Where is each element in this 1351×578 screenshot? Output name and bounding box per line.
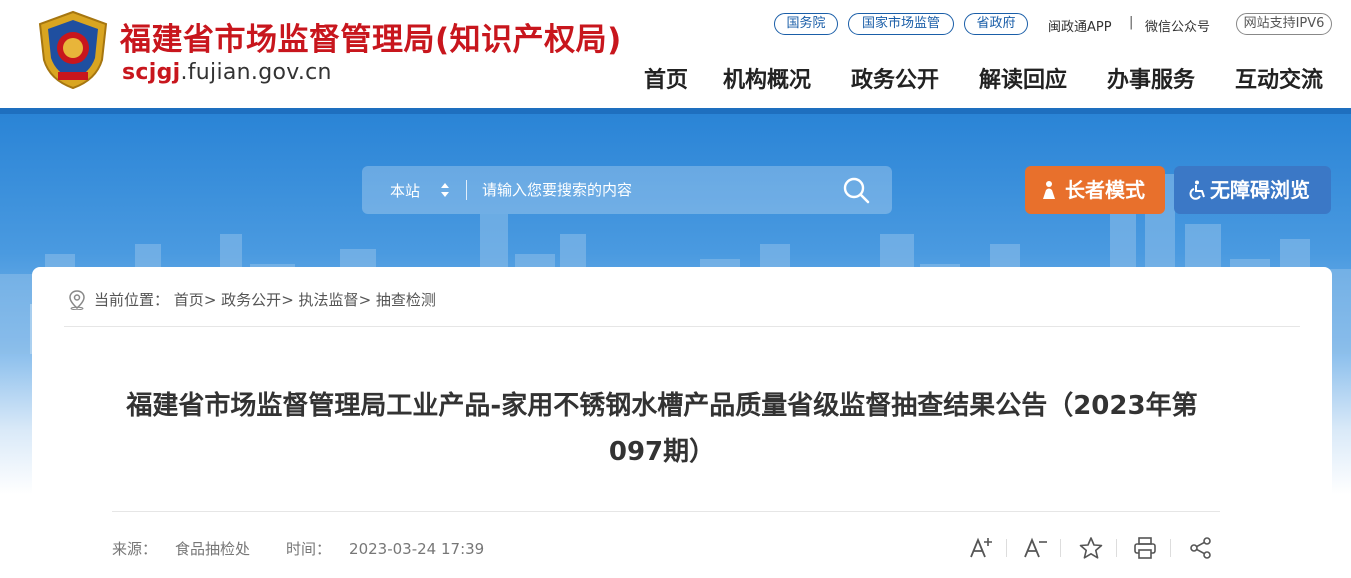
- sort-arrows-icon[interactable]: [440, 180, 450, 200]
- nav-services[interactable]: 办事服务: [1107, 62, 1195, 94]
- nav-interaction[interactable]: 互动交流: [1235, 62, 1323, 94]
- article-title: 福建省市场监督管理局工业产品-家用不锈钢水槽产品质量省级监督抽查结果公告（202…: [126, 391, 1198, 467]
- top-link-separator: |: [1129, 15, 1134, 30]
- breadcrumb-sampling-inspection[interactable]: 抽查检测: [376, 291, 436, 309]
- wechat-link[interactable]: 微信公众号: [1145, 16, 1210, 35]
- barrier-free-label: 无障碍浏览: [1210, 178, 1310, 202]
- breadcrumb-law-enforcement[interactable]: 执法监督: [299, 291, 359, 309]
- breadcrumb-separator: >: [281, 291, 294, 309]
- source-value: 食品抽检处: [175, 540, 251, 558]
- article-card: 当前位置： 首页> 政务公开> 执法监督> 抽查检测 福建省市场监督管理局工业产…: [32, 267, 1332, 578]
- top-links: 国务院 国家市场监管 省政府 闽政通APP | 微信公众号 网站支持IPV6: [0, 13, 1351, 37]
- search-scope-select[interactable]: 本站: [390, 180, 420, 201]
- wheelchair-icon: [1189, 180, 1205, 200]
- source-label: 来源：: [112, 540, 158, 558]
- province-link[interactable]: 省政府: [964, 13, 1028, 35]
- location-pin-icon: [69, 290, 85, 310]
- search-icon[interactable]: [842, 176, 870, 204]
- site-header: 福建省市场监督管理局(知识产权局) scjgj.fujian.gov.cn 国务…: [0, 0, 1351, 110]
- article-source: 来源： 食品抽检处: [112, 540, 268, 558]
- gov-link[interactable]: 国务院: [774, 13, 838, 35]
- article-time: 时间： 2023-03-24 17:39: [286, 540, 502, 558]
- nav-organization[interactable]: 机构概况: [723, 62, 811, 94]
- article-meta: 来源： 食品抽检处 时间： 2023-03-24 17:39: [112, 538, 520, 559]
- divider: [64, 326, 1300, 327]
- breadcrumb-separator: >: [203, 291, 217, 309]
- elder-mode-button[interactable]: 长者模式: [1025, 166, 1165, 214]
- time-label: 时间：: [286, 540, 332, 558]
- font-increase-icon[interactable]: [968, 535, 994, 561]
- main-nav: 首页 机构概况 政务公开 解读回应 办事服务 互动交流: [0, 62, 1351, 96]
- share-icon[interactable]: [1188, 535, 1214, 561]
- tool-separator: [1006, 539, 1007, 557]
- breadcrumb-home[interactable]: 首页: [174, 291, 204, 309]
- ipv6-badge: 网站支持IPV6: [1236, 13, 1332, 35]
- breadcrumb-label: 当前位置：: [94, 291, 170, 309]
- elder-mode-label: 长者模式: [1065, 178, 1145, 202]
- barrier-free-button[interactable]: 无障碍浏览: [1174, 166, 1331, 214]
- search-divider: [466, 180, 467, 200]
- star-icon[interactable]: [1078, 535, 1104, 561]
- samr-link[interactable]: 国家市场监管: [848, 13, 954, 35]
- breadcrumb-government-affairs[interactable]: 政务公开: [221, 291, 281, 309]
- breadcrumb-separator: >: [358, 291, 372, 309]
- font-decrease-icon[interactable]: [1022, 535, 1048, 561]
- search-input[interactable]: [482, 178, 842, 202]
- tool-separator: [1060, 539, 1061, 557]
- time-value: 2023-03-24 17:39: [349, 540, 485, 558]
- article-tools: [968, 535, 1228, 561]
- nav-home[interactable]: 首页: [644, 62, 688, 94]
- site-search: 本站: [362, 166, 892, 214]
- divider: [112, 511, 1220, 512]
- app-link[interactable]: 闽政通APP: [1048, 16, 1112, 35]
- tool-separator: [1170, 539, 1171, 557]
- nav-government-affairs[interactable]: 政务公开: [851, 62, 939, 94]
- elder-person-icon: [1043, 181, 1055, 199]
- nav-interpretation[interactable]: 解读回应: [979, 62, 1067, 94]
- tool-separator: [1116, 539, 1117, 557]
- printer-icon[interactable]: [1132, 535, 1158, 561]
